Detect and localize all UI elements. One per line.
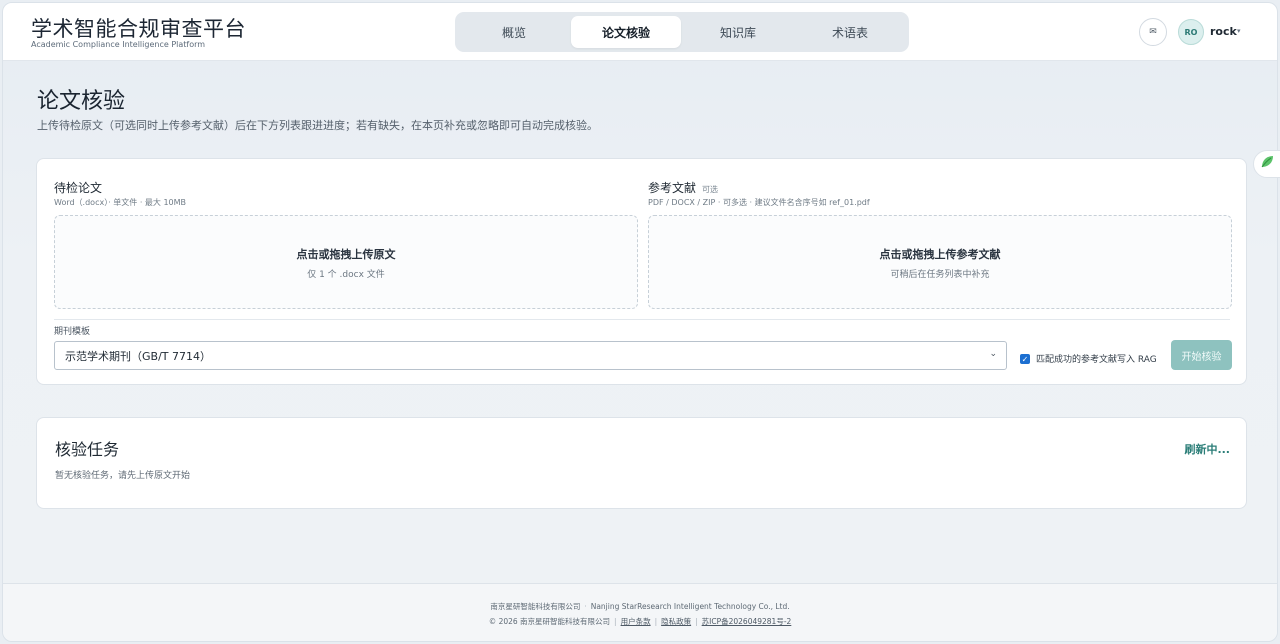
references-label: 参考文献 可选 [648, 179, 718, 196]
side-float-button[interactable] [1253, 150, 1280, 178]
footer: 南京星研智能科技有限公司 · Nanjing StarResearch Intell… [3, 583, 1277, 641]
rag-checkbox[interactable]: ✓ [1020, 354, 1030, 364]
privacy-link[interactable]: 隐私政策 [661, 617, 691, 626]
icp-link[interactable]: 苏ICP备2026049281号-2 [702, 617, 792, 626]
upload-card: 待检论文 Word（.docx）· 单文件 · 最大 10MB 点击或拖拽上传原… [36, 158, 1247, 385]
top-header: 学术智能合规审查平台 Academic Compliance Intellige… [3, 3, 1277, 61]
manuscript-label: 待检论文 [54, 179, 102, 196]
page-title: 论文核验 [37, 89, 126, 114]
tasks-empty-state: 暂无核验任务，请先上传原文开始 [55, 471, 191, 481]
optional-tag: 可选 [702, 185, 719, 194]
brand-title: 学术智能合规审查平台 [31, 17, 246, 41]
tasks-title: 核验任务 [55, 440, 120, 459]
references-drop-subtitle: 可稍后在任务列表中补充 [890, 270, 990, 280]
chevron-down-icon: ⌄ [989, 349, 997, 359]
main-nav-tabs: 概览 论文核验 知识库 术语表 [455, 12, 909, 52]
template-value: 示范学术期刊（GB/T 7714） [65, 349, 211, 363]
footer-company-cn: 南京星研智能科技有限公司 [490, 602, 581, 611]
manuscript-drop-subtitle: 仅 1 个 .docx 文件 [307, 270, 385, 280]
tab-overview[interactable]: 概览 [459, 16, 569, 48]
manuscript-dropzone[interactable]: 点击或拖拽上传原文 仅 1 个 .docx 文件 [54, 215, 638, 309]
references-dropzone[interactable]: 点击或拖拽上传参考文献 可稍后在任务列表中补充 [648, 215, 1232, 309]
footer-copyright: © 2026 南京星研智能科技有限公司 [488, 617, 611, 626]
mail-button[interactable]: ✉ [1139, 18, 1167, 46]
mail-icon: ✉ [1149, 27, 1157, 37]
rag-checkbox-label[interactable]: 匹配成功的参考文献写入 RAG [1036, 352, 1157, 365]
tab-knowledge-base[interactable]: 知识库 [683, 16, 793, 48]
username[interactable]: rock [1210, 25, 1237, 38]
journal-template-select[interactable]: 示范学术期刊（GB/T 7714） ⌄ [54, 341, 1007, 370]
page-description: 上传待检原文（可选同时上传参考文献）后在下方列表跟进进度；若有缺失，在本页补充或… [37, 119, 598, 132]
footer-legal-line: © 2026 南京星研智能科技有限公司 | 用户条款 | 隐私政策 | 苏ICP备20260… [488, 617, 792, 626]
template-label: 期刊模板 [54, 327, 91, 337]
app-window: 学术智能合规审查平台 Academic Compliance Intellige… [2, 2, 1278, 642]
footer-company-line: 南京星研智能科技有限公司 · Nanjing StarResearch Intell… [490, 602, 790, 611]
manuscript-drop-title: 点击或拖拽上传原文 [296, 248, 396, 261]
references-label-text: 参考文献 [648, 181, 697, 195]
manuscript-label-text: 待检论文 [54, 181, 103, 195]
footer-company-en: Nanjing StarResearch Intelligent Technol… [590, 602, 790, 611]
references-drop-title: 点击或拖拽上传参考文献 [879, 248, 1001, 261]
avatar[interactable]: RO [1178, 19, 1204, 45]
tab-paper-check[interactable]: 论文核验 [571, 16, 681, 48]
chevron-down-icon[interactable]: ▾ [1237, 27, 1241, 35]
leaf-icon [1259, 154, 1275, 174]
terms-link[interactable]: 用户条款 [621, 617, 651, 626]
start-check-button[interactable]: 开始核验 [1171, 340, 1232, 370]
refresh-link[interactable]: 刷新中... [1184, 441, 1230, 457]
brand-subtitle: Academic Compliance Intelligence Platfor… [31, 40, 206, 49]
tasks-card: 核验任务 刷新中... 暂无核验任务，请先上传原文开始 [36, 417, 1247, 509]
divider [54, 319, 1230, 320]
manuscript-hint: Word（.docx）· 单文件 · 最大 10MB [54, 198, 187, 207]
tab-glossary[interactable]: 术语表 [795, 16, 905, 48]
references-hint: PDF / DOCX / ZIP · 可多选 · 建议文件名含序号如 ref_0… [648, 198, 870, 207]
